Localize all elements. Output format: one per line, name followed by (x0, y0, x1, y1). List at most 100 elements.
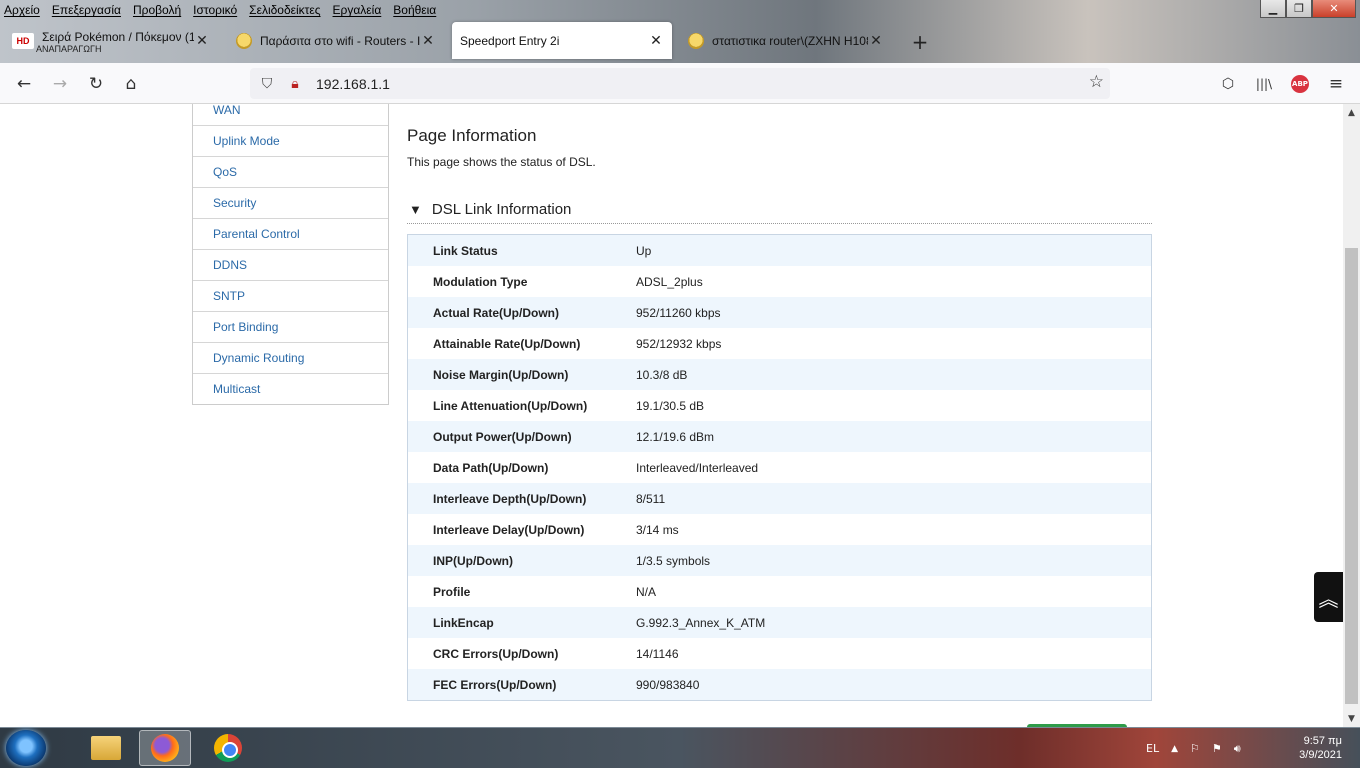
menu-bookmarks[interactable]: Σελιδοδείκτες (249, 3, 320, 17)
pocket-icon[interactable]: ⬡ (1215, 71, 1241, 97)
table-row: Data Path(Up/Down) Interleaved/Interleave… (408, 452, 1151, 483)
taskbar-clock[interactable]: 9:57 πμ 3/9/2021 (1282, 734, 1342, 762)
table-row: Actual Rate(Up/Down) 952/11260 kbps (408, 297, 1151, 328)
insecure-lock-icon[interactable]: 🔒︎ (284, 76, 306, 92)
close-tab-icon[interactable]: ✕ (420, 32, 436, 49)
close-tab-icon[interactable]: ✕ (868, 32, 884, 49)
reload-button[interactable]: ↻ (83, 71, 109, 97)
menu-tools[interactable]: Εργαλεία (333, 3, 382, 17)
table-row: Output Power(Up/Down) 12.1/19.6 dBm (408, 421, 1151, 452)
menu-file[interactable]: Αρχείο (4, 3, 40, 17)
sidebar-item-port-binding[interactable]: Port Binding (193, 311, 388, 342)
menu-history[interactable]: Ιστορικό (193, 3, 237, 17)
row-label: Attainable Rate(Up/Down) (433, 336, 581, 351)
scroll-down-arrow-icon[interactable]: ▼ (1343, 710, 1360, 727)
row-value: Up (636, 243, 652, 258)
new-tab-button[interactable]: + (910, 30, 930, 54)
bookmark-star-icon[interactable]: ☆ (1089, 72, 1104, 92)
row-label: Link Status (433, 243, 498, 258)
close-window-button[interactable]: ✕ (1312, 0, 1356, 18)
row-value: 990/983840 (636, 677, 700, 692)
clock-time: 9:57 πμ (1303, 735, 1342, 747)
page-scrollbar[interactable]: ▲ ▼ (1343, 104, 1360, 727)
hamburger-menu-icon[interactable]: ≡ (1323, 71, 1349, 97)
language-indicator[interactable]: EL (1146, 742, 1159, 755)
back-button[interactable]: ← (11, 71, 37, 97)
hd-video-favicon-icon: HD (12, 32, 34, 49)
tab-title: Speedport Entry 2i (460, 33, 560, 48)
table-row: Interleave Delay(Up/Down) 3/14 ms (408, 514, 1151, 545)
show-hidden-icons-icon[interactable]: ▲ (1171, 744, 1178, 754)
table-row: CRC Errors(Up/Down) 14/1146 (408, 638, 1151, 669)
volume-icon[interactable]: 🔊︎ (1234, 742, 1241, 756)
tab-wifi-parasites[interactable]: Παράσιτα στο wifi - Routers - Ins ✕ (228, 22, 444, 59)
adblock-plus-button[interactable]: ABP (1287, 71, 1313, 97)
forum-favicon-icon (236, 32, 252, 49)
close-tab-icon[interactable]: ✕ (648, 32, 664, 49)
table-row: Profile N/A (408, 576, 1151, 607)
tab-speedport[interactable]: Speedport Entry 2i ✕ (452, 22, 672, 59)
row-label: FEC Errors(Up/Down) (433, 677, 557, 692)
row-label: Interleave Delay(Up/Down) (433, 522, 585, 537)
sidebar-item-qos[interactable]: QoS (193, 156, 388, 187)
collapse-triangle-icon[interactable]: ▼ (409, 202, 422, 217)
sidebar-item-security[interactable]: Security (193, 187, 388, 218)
url-bar[interactable]: ⛉ 🔒︎ 192.168.1.1 ☆ (250, 68, 1110, 99)
window-controls: ▁ ❐ ✕ (1260, 0, 1356, 18)
row-value: 952/12932 kbps (636, 336, 722, 351)
tab-pokemon[interactable]: HD Σειρά Pokémon / Πόκεμον (199 ΑΝΑΠΑΡΑΓ… (4, 22, 218, 59)
scrollbar-thumb[interactable] (1345, 248, 1358, 704)
row-value: 14/1146 (636, 646, 679, 661)
sidebar-item-ddns[interactable]: DDNS (193, 249, 388, 280)
menu-help[interactable]: Βοήθεια (393, 3, 436, 17)
table-row: Noise Margin(Up/Down) 10.3/8 dB (408, 359, 1151, 390)
url-text[interactable]: 192.168.1.1 (316, 76, 390, 92)
row-value: 12.1/19.6 dBm (636, 429, 715, 444)
tab-subtitle: ΑΝΑΠΑΡΑΓΩΓΗ (36, 44, 102, 54)
menu-edit[interactable]: Επεξεργασία (52, 3, 121, 17)
chrome-icon (214, 734, 242, 762)
tab-title: Σειρά Pokémon / Πόκεμον (199 (42, 29, 194, 44)
sidebar-item-wan[interactable]: WAN (193, 104, 388, 125)
tab-strip: HD Σειρά Pokémon / Πόκεμον (199 ΑΝΑΠΑΡΑΓ… (0, 22, 1360, 59)
home-button[interactable]: ⌂ (118, 71, 144, 97)
minimize-button[interactable]: ▁ (1260, 0, 1286, 18)
taskbar-explorer[interactable] (80, 730, 132, 766)
windows-taskbar: EL ▲ ⚐ ⚑ 🔊︎ 9:57 πμ 3/9/2021 (0, 727, 1360, 768)
row-value: 3/14 ms (636, 522, 679, 537)
scroll-to-top-button[interactable]: ︽ (1314, 572, 1343, 622)
maximize-button[interactable]: ❐ (1286, 0, 1312, 18)
row-label: CRC Errors(Up/Down) (433, 646, 559, 661)
library-icon[interactable]: |||\ (1251, 71, 1277, 97)
taskbar-firefox[interactable] (139, 730, 191, 766)
sidebar-item-uplink-mode[interactable]: Uplink Mode (193, 125, 388, 156)
row-value: 10.3/8 dB (636, 367, 688, 382)
row-value: 952/11260 kbps (636, 305, 721, 320)
forward-button[interactable]: → (47, 71, 73, 97)
table-row: Interleave Depth(Up/Down) 8/511 (408, 483, 1151, 514)
table-row: Attainable Rate(Up/Down) 952/12932 kbps (408, 328, 1151, 359)
action-center-flag-icon[interactable]: ⚐ (1190, 742, 1200, 755)
tab-title: στατιστικα router\(ZXHN H108N (712, 33, 868, 48)
start-button[interactable] (6, 730, 46, 766)
sidebar-item-sntp[interactable]: SNTP (193, 280, 388, 311)
scroll-up-arrow-icon[interactable]: ▲ (1343, 104, 1360, 121)
section-title[interactable]: DSL Link Information (432, 201, 572, 218)
sidebar-item-dynamic-routing[interactable]: Dynamic Routing (193, 342, 388, 373)
dsl-section-header[interactable]: ▼ DSL Link Information (407, 196, 1152, 224)
taskbar-chrome[interactable] (202, 730, 254, 766)
menu-view[interactable]: Προβολή (133, 3, 181, 17)
tab-router-stats[interactable]: στατιστικα router\(ZXHN H108N ✕ (680, 22, 892, 59)
row-label: Profile (433, 584, 471, 599)
row-label: LinkEncap (433, 615, 494, 630)
sidebar-item-parental-control[interactable]: Parental Control (193, 218, 388, 249)
close-tab-icon[interactable]: ✕ (194, 32, 210, 49)
row-label: Line Attenuation(Up/Down) (433, 398, 588, 413)
shield-icon[interactable]: ⛉ (256, 76, 278, 92)
network-icon[interactable]: ⚑ (1212, 742, 1222, 755)
folder-icon (91, 736, 121, 760)
system-tray: EL ▲ ⚐ ⚑ 🔊︎ (1146, 728, 1253, 768)
row-label: Interleave Depth(Up/Down) (433, 491, 587, 506)
sidebar-item-multicast[interactable]: Multicast (193, 373, 388, 404)
row-value: G.992.3_Annex_K_ATM (636, 615, 766, 630)
